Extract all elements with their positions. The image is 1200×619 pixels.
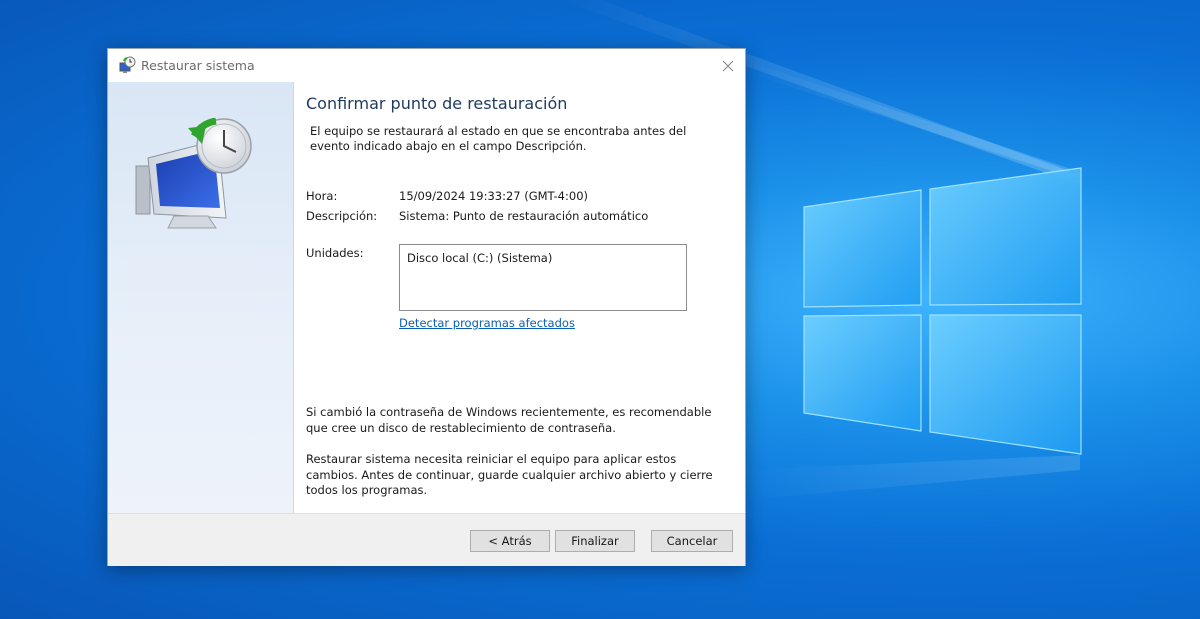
page-title: Confirmar punto de restauración [306, 94, 568, 113]
button-bar: < Atrás Finalizar Cancelar [108, 513, 745, 566]
time-value: 15/09/2024 19:33:27 (GMT-4:00) [399, 189, 588, 203]
back-button[interactable]: < Atrás [470, 530, 550, 552]
drives-label: Unidades: [306, 246, 364, 260]
intro-text: El equipo se restaurará al estado en que… [310, 124, 687, 153]
description-value: Sistema: Punto de restauración automátic… [399, 209, 649, 223]
list-item[interactable]: Disco local (C:) (Sistema) [407, 251, 552, 265]
drives-list[interactable]: Disco local (C:) (Sistema) [399, 244, 687, 311]
restart-note: Restaurar sistema necesita reiniciar el … [306, 452, 713, 497]
close-button[interactable] [711, 49, 745, 82]
title-bar[interactable]: Restaurar sistema [108, 49, 745, 82]
monitor-clock-restore-icon [135, 118, 252, 229]
description-label: Descripción: [306, 209, 378, 223]
close-icon [722, 60, 734, 71]
system-restore-icon [117, 56, 137, 76]
password-note: Si cambió la contraseña de Windows recie… [306, 405, 712, 435]
system-restore-dialog: Restaurar sistema Confirmar punto de res… [107, 48, 746, 566]
cancel-button[interactable]: Cancelar [651, 530, 733, 552]
desktop-background: Restaurar sistema Confirmar punto de res… [0, 0, 1200, 619]
window-title: Restaurar sistema [141, 58, 255, 73]
finish-button[interactable]: Finalizar [555, 530, 635, 552]
side-panel [108, 82, 294, 513]
time-label: Hora: [306, 189, 338, 203]
scan-affected-programs-link[interactable]: Detectar programas afectados [399, 316, 575, 330]
